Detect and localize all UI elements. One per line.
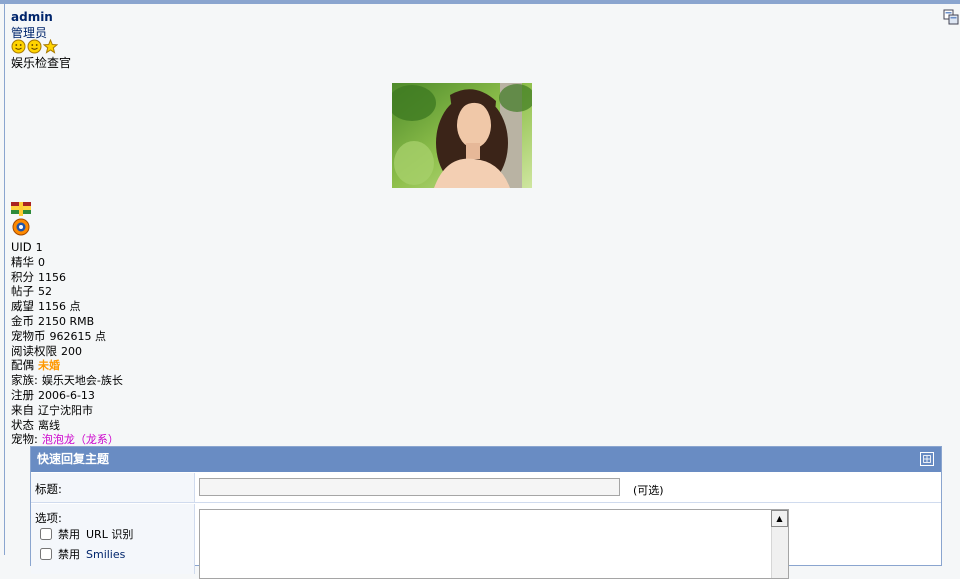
stat-read-permission: 阅读权限 200: [11, 343, 82, 358]
collapse-icon[interactable]: [920, 452, 934, 466]
stat-credits: 积分 1156: [11, 269, 66, 284]
username-link[interactable]: admin: [11, 10, 53, 24]
message-textarea[interactable]: ▲: [199, 509, 789, 579]
subject-row: 标题: (可选): [31, 473, 941, 503]
smiley-icon: [11, 39, 26, 54]
stat-uid: UID 1: [11, 240, 43, 254]
disable-smilies-checkbox[interactable]: [40, 548, 52, 560]
stat-posts: 帖子 52: [11, 284, 52, 299]
stat-digest: 精华 0: [11, 254, 45, 269]
disable-smilies-prefix: 禁用: [58, 548, 80, 561]
disable-url-prefix: 禁用: [58, 528, 80, 541]
smiley-icon: [27, 39, 42, 54]
user-title: 娱乐检查官: [11, 56, 72, 70]
smilies-link[interactable]: Smilies: [86, 548, 125, 561]
stat-location: 来自 辽宁沈阳市: [11, 402, 93, 417]
medal-icon: [11, 202, 31, 236]
options-cell: 选项: 禁用 URL 识别 禁用 Smilies: [31, 504, 195, 574]
scroll-up-icon[interactable]: ▲: [771, 510, 788, 527]
user-stats: UID 1 精华 0 积分 1156 帖子 52 威望 1156 点 金币 2150 RMB…: [11, 240, 123, 447]
rank-stars: [11, 39, 58, 55]
textarea-scrollbar[interactable]: ▲: [771, 510, 788, 578]
stat-spouse: 配偶 未婚: [11, 358, 60, 373]
disable-url-option[interactable]: 禁用 URL 识别: [40, 526, 133, 542]
quick-reply-header: 快速回复主题: [31, 447, 941, 472]
left-border: [4, 4, 5, 555]
top-border: [0, 0, 960, 4]
stat-status: 状态 离线: [11, 417, 60, 432]
stat-pet: 宠物: 泡泡龙（龙系）: [11, 432, 119, 447]
quick-reply-title: 快速回复主题: [37, 452, 110, 466]
pet-link[interactable]: 泡泡龙（龙系）: [42, 433, 119, 446]
subject-label: 标题:: [35, 482, 62, 496]
star-icon: [43, 39, 58, 54]
disable-url-text: URL 识别: [86, 528, 134, 541]
stat-reputation: 威望 1156 点: [11, 299, 81, 314]
subject-input[interactable]: [199, 478, 620, 496]
subject-label-cell: 标题:: [31, 473, 195, 502]
user-avatar: [392, 83, 532, 188]
options-label: 选项:: [35, 511, 62, 525]
disable-url-checkbox[interactable]: [40, 528, 52, 540]
disable-smilies-option[interactable]: 禁用 Smilies: [40, 546, 125, 562]
stat-money: 金币 2150 RMB: [11, 313, 95, 328]
stat-registered: 注册 2006-6-13: [11, 387, 95, 402]
stat-pet-coins: 宠物币 962615 点: [11, 328, 106, 343]
message-row: 选项: 禁用 URL 识别 禁用 Smilies ▲: [31, 504, 941, 579]
optional-hint: (可选): [633, 484, 664, 497]
profile-compare-icon[interactable]: [943, 9, 959, 25]
stat-family: 家族: 娱乐天地会-族长: [11, 373, 123, 388]
quick-reply-panel: 快速回复主题 标题: (可选) 选项: 禁用 URL 识别 禁用 Smilies: [30, 446, 942, 579]
